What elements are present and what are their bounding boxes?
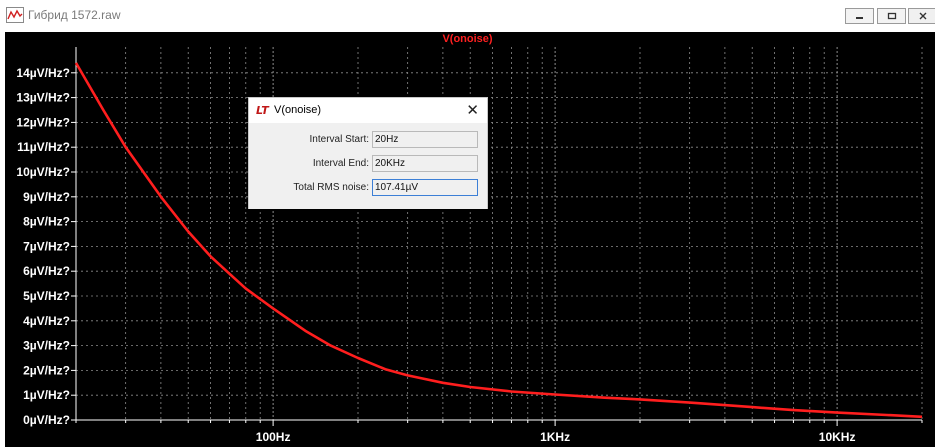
y-tick-label: 10µV/Hz? — [16, 165, 70, 179]
interval-end-field[interactable]: 20KHz — [372, 155, 478, 172]
interval-start-field[interactable]: 20Hz — [372, 131, 478, 148]
y-tick-label: 7µV/Hz? — [23, 239, 70, 253]
y-tick-label: 8µV/Hz? — [23, 215, 70, 229]
y-tick-label: 6µV/Hz? — [23, 264, 70, 278]
dialog-title: V(onoise) — [274, 104, 322, 116]
y-tick-label: 11µV/Hz? — [17, 140, 70, 154]
y-tick-label: 1µV/Hz? — [23, 388, 70, 402]
noise-trace-line — [74, 62, 923, 419]
y-tick-label: 4µV/Hz? — [23, 314, 70, 328]
y-tick-label: 3µV/Hz? — [23, 339, 70, 353]
rms-noise-dialog: LT V(onoise) ✕ Interval Start: 20Hz Inte… — [248, 97, 488, 209]
dialog-close-icon[interactable]: ✕ — [466, 101, 479, 119]
lt-logo-icon: LT — [256, 104, 269, 117]
y-tick-label: 2µV/Hz? — [23, 363, 70, 377]
y-tick-label: 5µV/Hz? — [23, 289, 70, 303]
interval-end-label: Interval End: — [312, 158, 369, 169]
y-tick-label: 9µV/Hz? — [23, 190, 70, 204]
noise-plot-chart: 0µV/Hz? 1µV/Hz? 2µV/Hz? 3µV/Hz? 4µV/Hz? 5µV/H… — [16, 47, 923, 444]
y-tick-label: 13µV/Hz? — [16, 91, 70, 105]
interval-start-label: Interval Start: — [309, 134, 369, 145]
x-tick-label: 1KHz — [540, 430, 570, 444]
total-rms-noise-label: Total RMS noise: — [293, 182, 369, 193]
x-tick-label: 100Hz — [256, 430, 291, 444]
dialog-body: Interval Start: 20Hz Interval End: 20KHz… — [249, 123, 487, 209]
x-tick-label: 10KHz — [819, 430, 856, 444]
dialog-titlebar[interactable]: LT V(onoise) ✕ — [249, 98, 487, 123]
y-tick-label: 14µV/Hz? — [16, 66, 70, 80]
total-rms-noise-field[interactable]: 107.41µV — [372, 179, 478, 196]
y-tick-label: 12µV/Hz? — [16, 115, 70, 129]
y-tick-label: 0µV/Hz? — [23, 413, 70, 427]
